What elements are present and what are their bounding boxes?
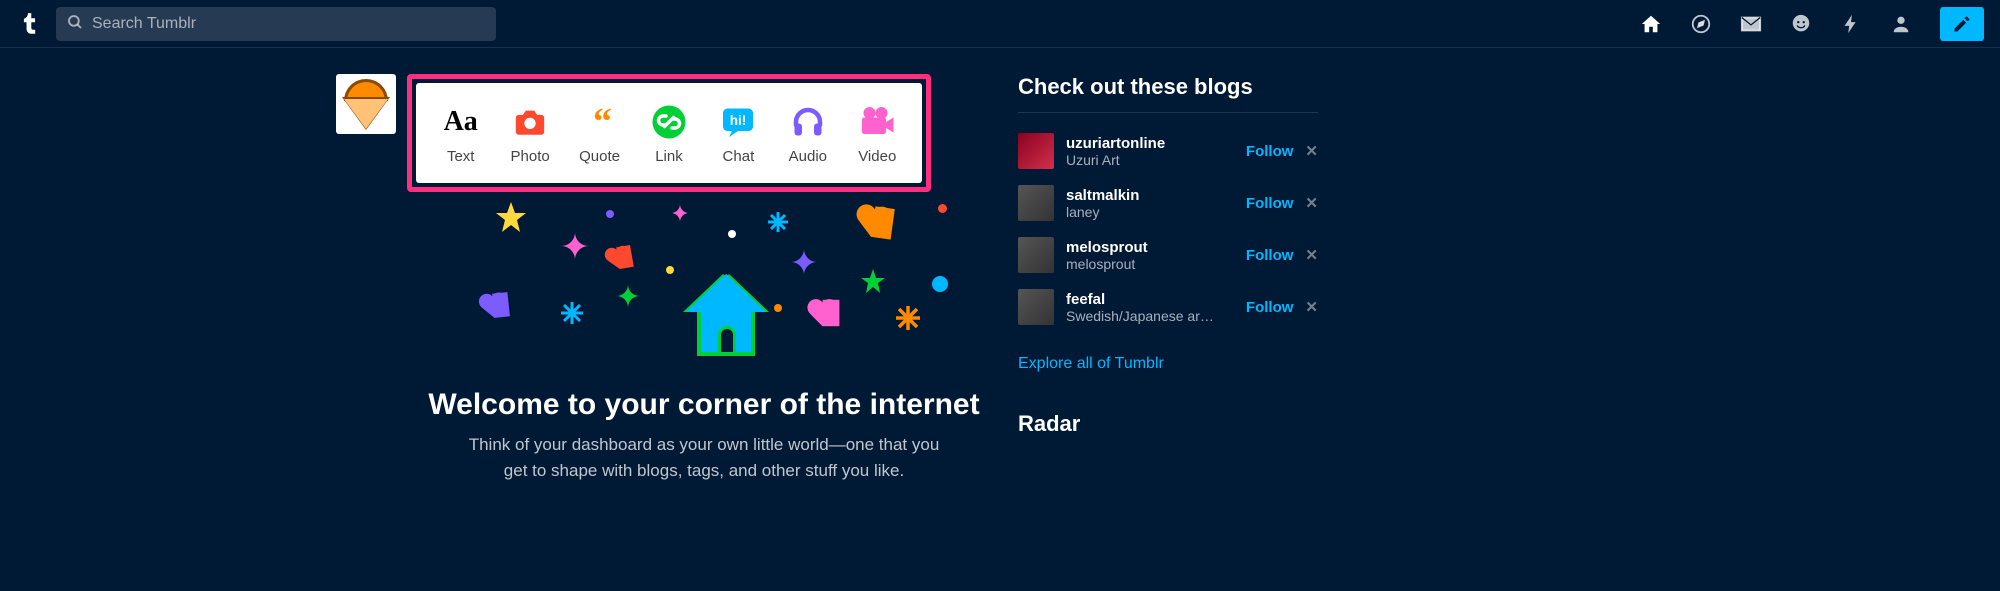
blog-username[interactable]: saltmalkin — [1066, 187, 1246, 204]
search-bar[interactable] — [56, 7, 496, 41]
blog-title: melosprout — [1066, 256, 1216, 272]
dismiss-button[interactable]: ✕ — [1305, 246, 1318, 264]
search-icon — [66, 13, 84, 34]
header-nav — [1640, 7, 1984, 41]
compose-types-highlight: Aa Text Photo “ Quote Link — [407, 74, 931, 192]
compose-text[interactable]: Aa Text — [429, 102, 493, 165]
blog-title: laney — [1066, 204, 1216, 220]
chat-icon: hi! — [718, 102, 758, 142]
explore-icon[interactable] — [1690, 13, 1712, 35]
dismiss-button[interactable]: ✕ — [1305, 194, 1318, 212]
blog-username[interactable]: melosprout — [1066, 239, 1246, 256]
compose-label: Photo — [511, 148, 550, 165]
home-icon[interactable] — [1640, 13, 1662, 35]
dot-icon — [728, 230, 736, 238]
blog-row: saltmalkin laney Follow ✕ — [1018, 177, 1318, 229]
main-content: Aa Text Photo “ Quote Link — [0, 48, 2000, 483]
heart-icon — [823, 300, 840, 326]
compose-button[interactable] — [1940, 7, 1984, 41]
blog-avatar[interactable] — [1018, 237, 1054, 273]
blog-title: Swedish/Japanese arti... — [1066, 308, 1216, 324]
compose-audio[interactable]: Audio — [776, 102, 840, 165]
blog-avatar[interactable] — [1018, 133, 1054, 169]
compose-label: Audio — [789, 148, 827, 165]
sidebar-title: Check out these blogs — [1018, 74, 1318, 113]
follow-button[interactable]: Follow — [1246, 247, 1294, 264]
compose-chat[interactable]: hi! Chat — [706, 102, 770, 165]
blog-row: melosprout melosprout Follow ✕ — [1018, 229, 1318, 281]
headphones-icon — [788, 102, 828, 142]
dot-icon — [666, 266, 674, 274]
star-icon — [496, 202, 526, 232]
follow-button[interactable]: Follow — [1246, 143, 1294, 160]
follow-button[interactable]: Follow — [1246, 195, 1294, 212]
sidebar: Check out these blogs uzuriartonline Uzu… — [1018, 74, 1318, 483]
video-camera-icon — [857, 102, 897, 142]
blog-row: uzuriartonline Uzuri Art Follow ✕ — [1018, 125, 1318, 177]
avatar-cone-icon — [344, 79, 388, 129]
svg-text:hi!: hi! — [730, 113, 747, 128]
dismiss-button[interactable]: ✕ — [1305, 298, 1318, 316]
user-avatar[interactable] — [336, 74, 396, 134]
compose-photo[interactable]: Photo — [498, 102, 562, 165]
dot-icon — [606, 210, 614, 218]
compose-quote[interactable]: “ Quote — [568, 102, 632, 165]
radar-title: Radar — [1018, 411, 1318, 437]
heart-icon — [492, 292, 510, 318]
welcome-decor — [406, 194, 1002, 374]
sparkle-icon — [561, 232, 589, 260]
compose-label: Quote — [579, 148, 620, 165]
heart-icon — [871, 206, 895, 239]
follow-button[interactable]: Follow — [1246, 299, 1294, 316]
messaging-icon[interactable] — [1790, 13, 1812, 35]
camera-icon — [510, 102, 550, 142]
blog-username[interactable]: feefal — [1066, 291, 1246, 308]
asterisk-icon — [896, 306, 920, 330]
recommended-blogs: uzuriartonline Uzuri Art Follow ✕ saltma… — [1018, 125, 1318, 333]
dismiss-button[interactable]: ✕ — [1305, 142, 1318, 160]
dot-icon — [932, 276, 948, 292]
compose-label: Link — [655, 148, 683, 165]
sparkle-icon — [791, 249, 817, 275]
blog-row: feefal Swedish/Japanese arti... Follow ✕ — [1018, 281, 1318, 333]
compose-video[interactable]: Video — [845, 102, 909, 165]
dot-icon — [938, 204, 947, 213]
star-icon — [861, 269, 885, 293]
blog-avatar[interactable] — [1018, 185, 1054, 221]
activity-icon[interactable] — [1840, 13, 1862, 35]
house-icon — [686, 274, 766, 356]
explore-all-link[interactable]: Explore all of Tumblr — [1018, 355, 1318, 373]
compose-link[interactable]: Link — [637, 102, 701, 165]
heart-icon — [616, 245, 634, 269]
compose-label: Text — [447, 148, 475, 165]
tumblr-logo-icon[interactable] — [16, 11, 42, 37]
compose-label: Chat — [723, 148, 755, 165]
link-icon — [649, 102, 689, 142]
asterisk-icon — [561, 302, 583, 324]
welcome-title: Welcome to your corner of the internet — [406, 388, 1002, 422]
sparkle-icon — [671, 204, 689, 222]
asterisk-icon — [768, 212, 788, 232]
welcome-block: Welcome to your corner of the internet T… — [406, 388, 1002, 483]
search-input[interactable] — [92, 15, 486, 33]
blog-title: Uzuri Art — [1066, 152, 1216, 168]
text-icon: Aa — [441, 102, 481, 142]
welcome-subtitle: Think of your dashboard as your own litt… — [406, 432, 1002, 483]
sparkle-icon — [616, 284, 640, 308]
dot-icon — [774, 304, 782, 312]
compose-types-bar: Aa Text Photo “ Quote Link — [416, 83, 922, 183]
quote-icon: “ — [580, 102, 620, 142]
top-bar — [0, 0, 2000, 48]
blog-username[interactable]: uzuriartonline — [1066, 135, 1246, 152]
compose-label: Video — [858, 148, 896, 165]
blog-avatar[interactable] — [1018, 289, 1054, 325]
account-icon[interactable] — [1890, 13, 1912, 35]
inbox-icon[interactable] — [1740, 13, 1762, 35]
